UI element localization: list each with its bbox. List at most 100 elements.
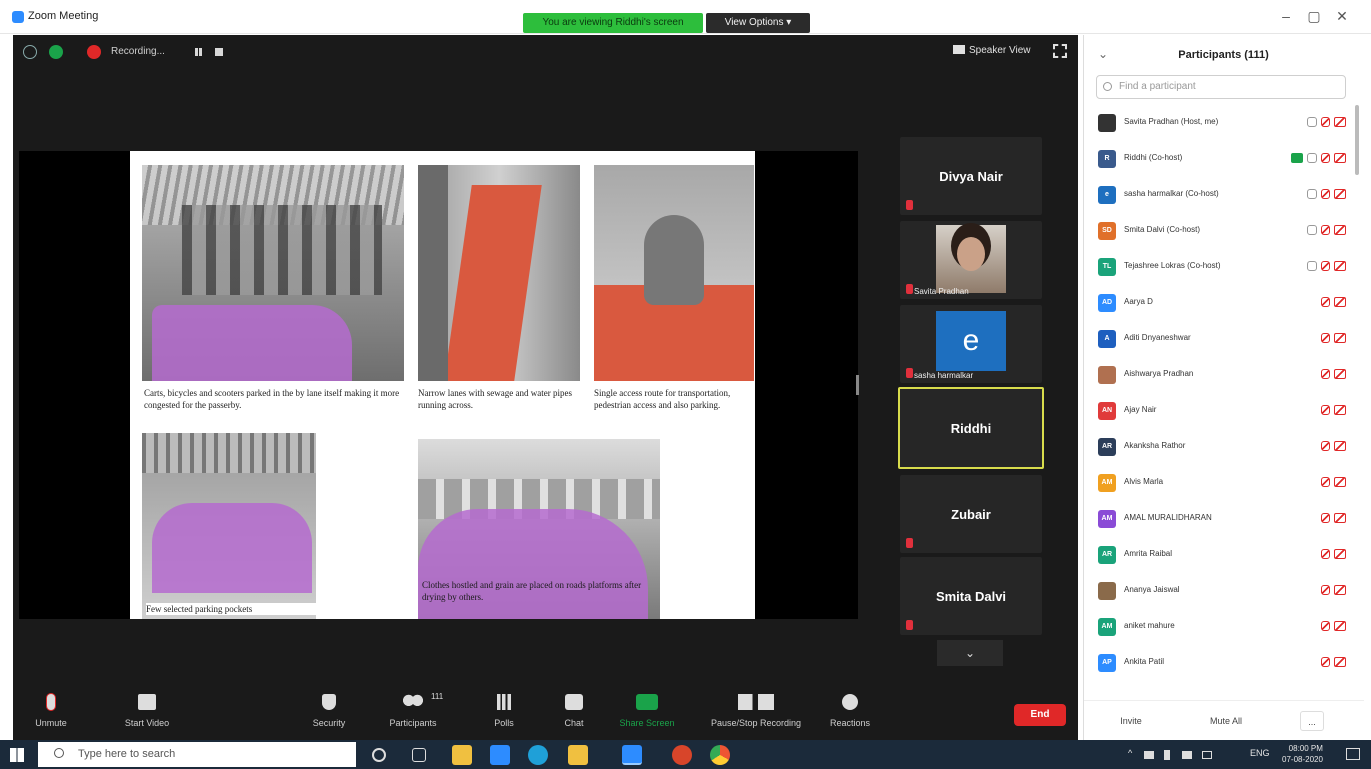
cortana-icon[interactable] [372,748,386,762]
muted-mic-icon[interactable] [1321,153,1330,163]
participant-row[interactable]: A Aditi Dnyaneshwar [1084,321,1354,357]
network-icon[interactable] [1144,751,1154,759]
speaker-view-button[interactable]: Speaker View [953,45,1031,56]
participant-row[interactable]: AR Akanksha Rathor [1084,429,1354,465]
unmute-button[interactable]: Unmute [31,694,71,728]
taskbar-search-input[interactable]: Type here to search [38,742,356,767]
video-tile-riddhi[interactable]: Riddhi [898,387,1044,469]
share-splitter-handle[interactable] [856,375,859,395]
polls-button[interactable]: Polls [489,694,519,728]
zoom-taskbar-icon[interactable] [622,745,642,765]
participant-search-input[interactable]: Find a participant [1096,75,1346,99]
muted-mic-icon[interactable] [1321,477,1330,487]
file-explorer-icon[interactable] [568,745,588,765]
video-off-icon[interactable] [1334,297,1346,307]
windows-start-icon[interactable] [10,748,24,762]
participant-list-scrollbar[interactable] [1355,105,1359,175]
video-off-icon[interactable] [1334,261,1346,271]
store-icon[interactable] [452,745,472,765]
muted-mic-icon[interactable] [1321,117,1330,127]
muted-mic-icon[interactable] [1321,549,1330,559]
taskbar-clock[interactable]: 08:00 PM 07-08-2020 [1282,743,1323,765]
muted-mic-icon[interactable] [1321,369,1330,379]
video-off-icon[interactable] [1334,189,1346,199]
muted-mic-icon[interactable] [1321,225,1330,235]
participant-row[interactable]: AM AMAL MURALIDHARAN [1084,501,1354,537]
close-button[interactable]: ✕ [1330,8,1354,25]
end-meeting-button[interactable]: End [1014,704,1066,726]
gallery-scroll-down-button[interactable]: ⌄ [937,640,1003,666]
video-tile-divya-nair[interactable]: Divya Nair [900,137,1042,215]
participant-row[interactable]: R Riddhi (Co-host) [1084,141,1354,177]
participant-row[interactable]: AM aniket mahure [1084,609,1354,645]
muted-mic-icon[interactable] [1321,405,1330,415]
participant-row[interactable]: Savita Pradhan (Host, me) [1084,105,1354,141]
video-tile-zubair[interactable]: Zubair [900,475,1042,553]
video-off-icon[interactable] [1334,621,1346,631]
security-button[interactable]: Security [309,694,349,728]
muted-mic-icon[interactable] [1321,585,1330,595]
shield-icon[interactable] [49,45,63,59]
pause-stop-recording-button[interactable]: Pause/Stop Recording [701,694,811,728]
mute-all-button[interactable]: Mute All [1196,711,1256,731]
muted-mic-icon[interactable] [1321,189,1330,199]
start-video-button[interactable]: Start Video [119,694,175,728]
participant-row[interactable]: AP Ankita Patil [1084,645,1354,681]
muted-mic-icon[interactable] [1321,441,1330,451]
chat-button[interactable]: Chat [559,694,589,728]
fullscreen-icon[interactable] [1053,44,1067,58]
participant-row[interactable]: e sasha harmalkar (Co-host) [1084,177,1354,213]
video-off-icon[interactable] [1334,657,1346,667]
participant-row[interactable]: AM Alvis Marla [1084,465,1354,501]
participant-row[interactable]: AR Amrita Raibal [1084,537,1354,573]
view-options-button[interactable]: View Options ▾ [706,13,810,33]
video-tile-savita-pradhan[interactable]: Savita Pradhan [900,221,1042,299]
info-icon[interactable] [23,45,37,59]
muted-mic-icon[interactable] [1321,261,1330,271]
video-off-icon[interactable] [1334,369,1346,379]
participant-row[interactable]: AN Ajay Nair [1084,393,1354,429]
video-off-icon[interactable] [1334,405,1346,415]
wifi-icon[interactable] [1182,751,1192,759]
video-off-icon[interactable] [1334,153,1346,163]
video-off-icon[interactable] [1334,549,1346,559]
video-tile-sasha-harmalkar[interactable]: e sasha harmalkar [900,305,1042,383]
muted-mic-icon[interactable] [1321,621,1330,631]
video-off-icon[interactable] [1334,225,1346,235]
muted-mic-icon[interactable] [1321,297,1330,307]
participant-row[interactable]: Aishwarya Pradhan [1084,357,1354,393]
video-off-icon[interactable] [1334,333,1346,343]
pause-icon[interactable] [195,48,198,56]
video-off-icon[interactable] [1334,585,1346,595]
volume-icon[interactable] [1202,751,1212,759]
powerpoint-icon[interactable] [672,745,692,765]
notifications-icon[interactable] [1346,748,1360,760]
stop-icon[interactable] [215,48,223,56]
reactions-button[interactable]: Reactions [825,694,875,728]
minimize-button[interactable]: – [1274,8,1298,24]
share-screen-button[interactable]: Share Screen [617,694,677,728]
battery-icon[interactable] [1164,750,1170,760]
invite-button[interactable]: Invite [1108,711,1154,731]
video-off-icon[interactable] [1334,117,1346,127]
muted-mic-icon[interactable] [1321,513,1330,523]
muted-mic-icon[interactable] [1321,657,1330,667]
meeting-area: Recording... Speaker View Carts, bicycle… [13,35,1078,740]
video-off-icon[interactable] [1334,441,1346,451]
participant-row[interactable]: TL Tejashree Lokras (Co-host) [1084,249,1354,285]
muted-mic-icon[interactable] [1321,333,1330,343]
video-tile-smita-dalvi[interactable]: Smita Dalvi [900,557,1042,635]
chrome-icon[interactable] [710,745,730,765]
video-off-icon[interactable] [1334,513,1346,523]
task-view-icon[interactable] [412,748,426,762]
more-options-button[interactable]: ... [1300,711,1324,731]
language-indicator[interactable]: ENG [1250,748,1270,758]
tray-chevron-icon[interactable]: ^ [1128,748,1132,758]
edge-icon[interactable] [528,745,548,765]
participant-row[interactable]: SD Smita Dalvi (Co-host) [1084,213,1354,249]
participant-row[interactable]: AD Aarya D [1084,285,1354,321]
maximize-button[interactable]: ▢ [1302,8,1326,25]
mail-icon[interactable] [490,745,510,765]
video-off-icon[interactable] [1334,477,1346,487]
participant-row[interactable]: Ananya Jaiswal [1084,573,1354,609]
